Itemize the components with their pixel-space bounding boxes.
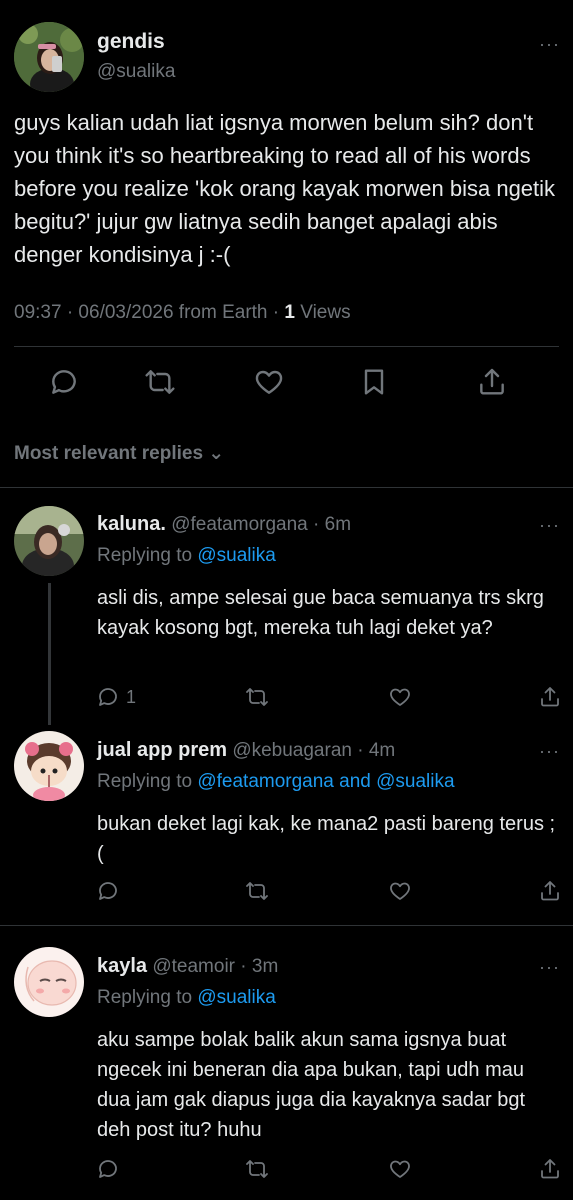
reply-author-name[interactable]: kayla <box>97 955 147 977</box>
replying-to: Replying to @sualika <box>97 545 276 567</box>
reply-actions <box>0 1155 573 1187</box>
replying-to-link[interactable]: @sualika <box>197 987 275 1008</box>
sort-replies-dropdown[interactable]: Most relevant replies ⌄ <box>14 442 224 465</box>
reply-actions: 1 <box>0 683 573 715</box>
reply-text: bukan deket lagi kak, ke mana2 pasti bar… <box>97 813 556 865</box>
retweet-icon[interactable] <box>245 877 269 905</box>
replying-to: Replying to @sualika <box>97 987 276 1009</box>
tweet-timestamp: 09:37 · 06/03/2026 from Earth · <box>14 302 285 323</box>
divider <box>0 925 573 926</box>
reply-author-handle[interactable]: @featamorgana · 6m <box>171 514 351 535</box>
replying-to-prefix: Replying to <box>97 987 198 1008</box>
replying-to-prefix: Replying to <box>97 771 198 792</box>
more-icon[interactable]: ··· <box>539 515 560 536</box>
avatar[interactable] <box>14 22 84 92</box>
replying-to-link[interactable]: @featamorgana and @sualika <box>197 771 454 792</box>
like-icon[interactable] <box>388 683 412 711</box>
reply-actions <box>0 877 573 909</box>
like-icon[interactable] <box>253 366 289 402</box>
reply-author-handle[interactable]: @teamoir · 3m <box>152 956 278 977</box>
avatar[interactable] <box>14 731 84 801</box>
replying-to-prefix: Replying to <box>97 545 198 566</box>
divider <box>0 487 573 488</box>
divider <box>14 346 559 347</box>
reply-icon[interactable] <box>96 1155 120 1183</box>
reply-header: kayla @teamoir · 3m <box>97 955 278 978</box>
share-icon[interactable] <box>538 877 562 905</box>
reply-author-handle[interactable]: @kebuagaran · 4m <box>232 740 395 761</box>
more-icon[interactable]: ··· <box>539 34 560 55</box>
retweet-icon[interactable] <box>245 683 269 711</box>
avatar[interactable] <box>14 947 84 1017</box>
retweet-icon[interactable] <box>144 366 180 402</box>
reply-text: aku sampe bolak balik akun sama igsnya b… <box>97 1029 526 1141</box>
bookmark-icon[interactable] <box>358 366 394 402</box>
avatar[interactable] <box>14 506 84 576</box>
author-handle[interactable]: @sualika <box>97 61 175 83</box>
retweet-icon[interactable] <box>245 1155 269 1183</box>
replying-to: Replying to @featamorgana and @sualika <box>97 771 455 793</box>
reply-text: asli dis, ampe selesai gue baca semuanya… <box>97 587 544 639</box>
reply-author-name[interactable]: kaluna. <box>97 513 166 535</box>
reply-author-name[interactable]: jual app prem <box>97 739 227 761</box>
reply-header: jual app prem @kebuagaran · 4m <box>97 739 395 762</box>
reply-header: kaluna. @featamorgana · 6m <box>97 513 351 536</box>
like-icon[interactable] <box>388 1155 412 1183</box>
reply-count: 1 <box>126 686 137 707</box>
views-label[interactable]: Views <box>295 302 350 323</box>
tweet-actions <box>0 360 573 406</box>
share-icon[interactable] <box>476 366 512 402</box>
like-icon[interactable] <box>388 877 412 905</box>
share-icon[interactable] <box>538 1155 562 1183</box>
replying-to-link[interactable]: @sualika <box>197 545 275 566</box>
views-count: 1 <box>284 302 295 323</box>
more-icon[interactable]: ··· <box>539 741 560 762</box>
reply-icon[interactable]: 1 <box>96 683 136 711</box>
reply-icon[interactable] <box>96 877 120 905</box>
author-name[interactable]: gendis <box>97 30 165 54</box>
reply-icon[interactable] <box>48 366 84 402</box>
share-icon[interactable] <box>538 683 562 711</box>
tweet-meta: 09:37 · 06/03/2026 from Earth · 1 Views <box>14 302 351 324</box>
tweet-text: guys kalian udah liat igsnya morwen belu… <box>14 110 556 267</box>
more-icon[interactable]: ··· <box>539 957 560 978</box>
